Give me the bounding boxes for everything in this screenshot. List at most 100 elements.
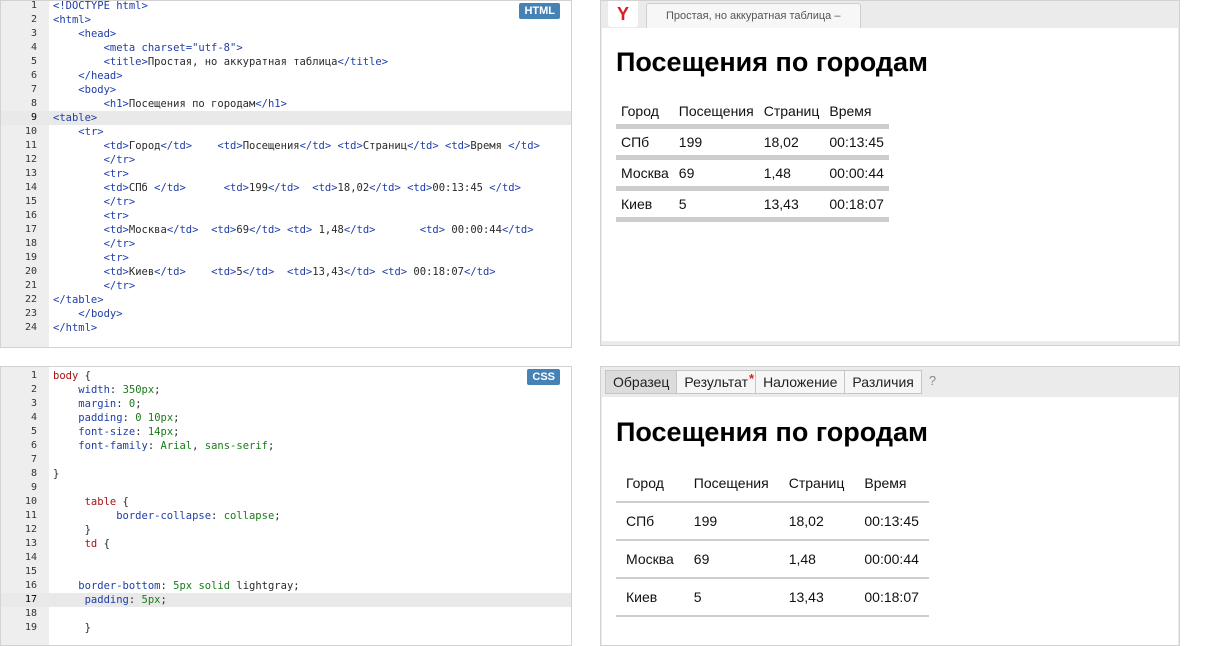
line-number: 3 [30,28,37,39]
code-line[interactable]: 19 } [1,621,571,635]
code-line[interactable]: 17 padding: 5px; [1,593,571,607]
table-row: Москва 69 1,48 00:00:44 [616,540,929,579]
line-number: 19 [24,252,37,263]
browser-tab[interactable]: Простая, но аккуратная таблица – [646,3,861,28]
code-text: </head> [78,70,123,82]
line-number: 13 [24,538,37,549]
code-line[interactable]: 12 </tr> [1,153,571,167]
css-code-area[interactable]: 1 body {2 width: 350px; 3 margin: 0; 4 padd… [1,369,571,635]
line-number: 8 [30,468,37,479]
line-number: 4 [30,412,37,423]
yandex-browser-icon: Y [608,1,638,27]
line-number: 7 [30,84,37,95]
code-line[interactable]: 10 <tr> [1,125,571,139]
code-line[interactable]: 22 </table> [1,293,571,307]
code-line[interactable]: 4 padding: 0 10px; [1,411,571,425]
code-line[interactable]: 4 <meta charset="utf-8"> [1,41,571,55]
code-line[interactable]: 11 border-collapse: collapse; [1,509,571,523]
view-tabs: Образец Результат * Наложение Различия ? [605,370,943,394]
code-line[interactable]: 18 [1,607,571,621]
table-cell: Время [854,465,929,503]
table-cell: Страниц [778,465,855,503]
code-line[interactable]: 14 <td>СПб </td> <td>199</td> <td>18,02<… [1,181,571,195]
line-number: 13 [24,168,37,179]
code-line[interactable]: 24 </html> [1,321,571,335]
tab-result[interactable]: Результат * [677,370,757,394]
code-text: </tr> [103,280,136,292]
table-cell: 199 [673,126,759,160]
line-number: 2 [30,14,37,25]
code-line[interactable]: 3 <head> [1,27,571,41]
code-line[interactable]: 19 <tr> [1,251,571,265]
code-line[interactable]: 20 <td>Киев</td> <td>5</td> <td>13,43</t… [1,265,571,279]
line-number: 19 [24,622,37,633]
code-line[interactable]: 18 </tr> [1,237,571,251]
code-text: border-collapse: collapse; [116,510,281,522]
code-line[interactable]: 17 <td>Москва</td> <td>69</td> <td> 1,48… [1,223,571,237]
code-text: </tr> [103,196,136,208]
tab-overlay[interactable]: Наложение [756,370,846,394]
code-text: </html> [53,322,98,334]
code-line[interactable]: 21 </tr> [1,279,571,293]
code-line[interactable]: 2 width: 350px; [1,383,571,397]
line-number: 12 [24,154,37,165]
code-line[interactable]: 1 <!DOCTYPE html> [1,0,571,13]
code-text: <!DOCTYPE html> [53,0,148,12]
table-row: Киев 5 13,43 00:18:07 [616,188,889,222]
table-cell: 18,02 [778,502,855,541]
code-line[interactable]: 3 margin: 0; [1,397,571,411]
code-text: </tr> [103,238,136,250]
line-number: 16 [24,580,37,591]
code-line[interactable]: 23 </body> [1,307,571,321]
code-line[interactable]: 7 [1,453,571,467]
code-line[interactable]: 15 [1,565,571,579]
help-icon[interactable]: ? [922,370,943,394]
line-number: 2 [30,384,37,395]
code-text: </table> [53,294,104,306]
line-number: 10 [24,126,37,137]
code-line[interactable]: 9 <table> [1,111,571,125]
table-cell: Город [616,465,684,503]
line-number: 7 [30,454,37,465]
html-code-area[interactable]: 1 <!DOCTYPE html> 2 <html> 3 <head> 4 <meta c… [1,0,571,335]
code-line[interactable]: 15 </tr> [1,195,571,209]
code-text: border-bottom: 5px solid lightgray; [78,580,300,592]
code-line[interactable]: 11 <td>Город</td> <td>Посещения</td> <td… [1,139,571,153]
css-badge: CSS [527,369,560,385]
code-line[interactable]: 2 <html> [1,13,571,27]
code-line[interactable]: 14 [1,551,571,565]
code-text: padding: 0 10px; [78,412,180,424]
table-cell: 199 [683,502,779,541]
code-line[interactable]: 16 border-bottom: 5px solid lightgray; [1,579,571,593]
code-line[interactable]: 10 table { [1,495,571,509]
line-number: 9 [30,112,37,123]
code-text: <tr> [103,168,129,180]
code-text: width: 350px; [78,384,161,396]
code-line[interactable]: 1 body { [1,369,571,383]
code-line[interactable]: 8} [1,467,571,481]
tab-diff[interactable]: Различия [845,370,922,394]
code-line[interactable]: 7 <body> [1,83,571,97]
page-heading: Посещения по городам [616,47,928,77]
code-line[interactable]: 6 font-family: Arial, sans-serif; [1,439,571,453]
table-cell: 00:13:45 [854,502,929,541]
html-editor-panel[interactable]: 1 <!DOCTYPE html> 2 <html> 3 <head> 4 <meta c… [0,0,572,348]
css-editor-panel[interactable]: 1 body {2 width: 350px; 3 margin: 0; 4 padd… [0,366,572,646]
line-number: 4 [30,42,37,53]
table-row: Киев 5 13,43 00:18:07 [616,578,929,617]
code-line[interactable]: 16 <tr> [1,209,571,223]
code-line[interactable]: 6 </head> [1,69,571,83]
line-number: 22 [24,294,37,305]
code-line[interactable]: 8 <h1>Посещения по городам</h1> [1,97,571,111]
code-line[interactable]: 12 } [1,523,571,537]
code-line[interactable]: 13 <tr> [1,167,571,181]
code-text: <meta charset="utf-8"> [103,42,243,54]
code-line[interactable]: 5 font-size: 14px; [1,425,571,439]
tab-sample[interactable]: Образец [605,370,678,394]
table-cell: 13,43 [778,578,855,617]
code-line[interactable]: 13 td { [1,537,571,551]
code-line[interactable]: 5 <title>Простая, но аккуратная таблица<… [1,55,571,69]
result-panel: Образец Результат * Наложение Различия ? … [600,366,1180,646]
code-text: <tr> [103,252,129,264]
code-line[interactable]: 9 [1,481,571,495]
